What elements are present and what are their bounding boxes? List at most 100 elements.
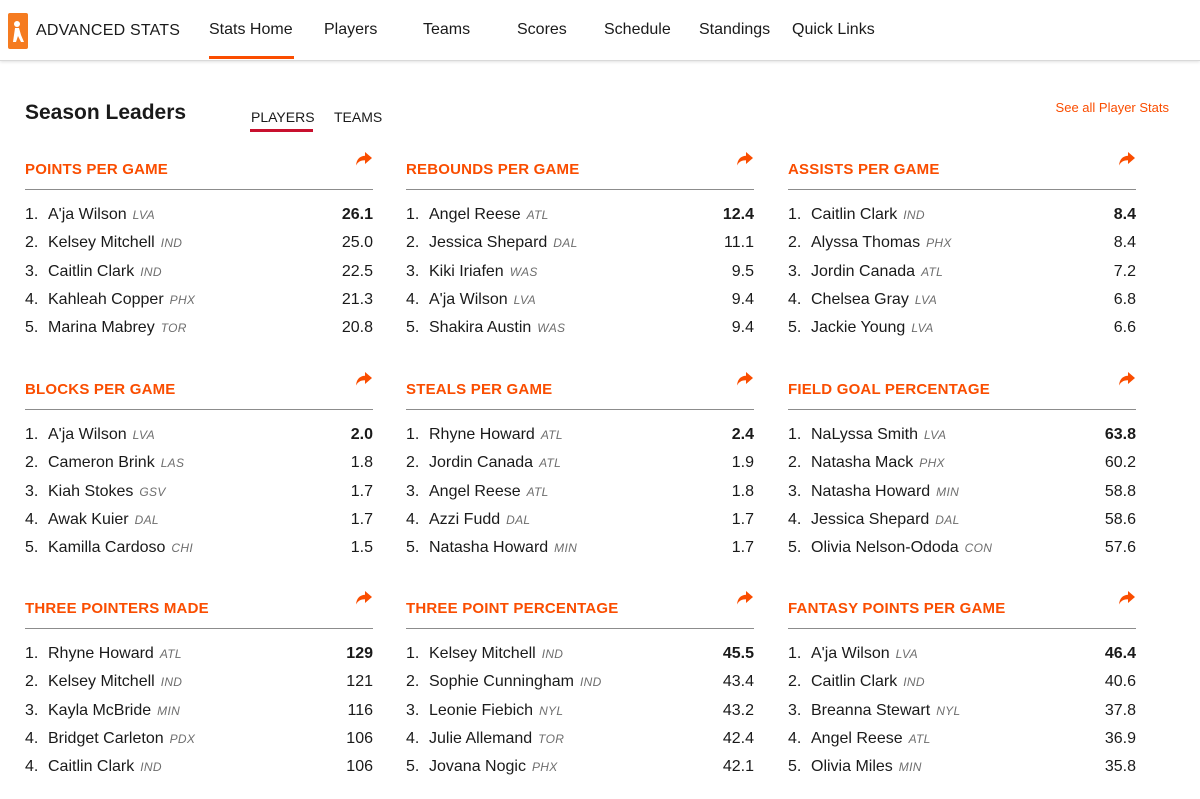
nav-quick-links[interactable]: Quick Links	[792, 21, 875, 39]
player-name-link[interactable]: A'ja Wilson LVA	[429, 290, 536, 310]
player-name-link[interactable]: Olivia Nelson-Ododa CON	[811, 538, 992, 558]
player-name-link[interactable]: Natasha Howard MIN	[429, 538, 577, 558]
nav-scores[interactable]: Scores	[517, 21, 567, 39]
player-name-link[interactable]: Sophie Cunningham IND	[429, 672, 602, 692]
player-name-link[interactable]: Alyssa Thomas PHX	[811, 233, 952, 253]
player-name[interactable]: Kiki Iriafen	[429, 263, 504, 280]
player-name[interactable]: Natasha Howard	[429, 539, 548, 556]
nav-schedule[interactable]: Schedule	[604, 21, 671, 39]
player-name-link[interactable]: Bridget Carleton PDX	[48, 729, 195, 749]
player-name-link[interactable]: Jovana Nogic PHX	[429, 757, 558, 777]
player-name[interactable]: Marina Mabrey	[48, 319, 155, 336]
player-name-link[interactable]: Marina Mabrey TOR	[48, 318, 187, 338]
player-name-link[interactable]: Leonie Fiebich NYL	[429, 701, 563, 721]
player-name-link[interactable]: Kiki Iriafen WAS	[429, 262, 538, 282]
player-name[interactable]: Cameron Brink	[48, 454, 155, 471]
player-name[interactable]: A'ja Wilson	[48, 426, 127, 443]
player-name-link[interactable]: Angel Reese ATL	[429, 482, 549, 502]
player-name-link[interactable]: A'ja Wilson LVA	[48, 205, 155, 225]
player-name-link[interactable]: Natasha Howard MIN	[811, 482, 959, 502]
player-name[interactable]: Caitlin Clark	[811, 673, 897, 690]
share-arrow-icon[interactable]	[355, 371, 373, 387]
player-name-link[interactable]: Angel Reese ATL	[811, 729, 931, 749]
player-name-link[interactable]: Jordin Canada ATL	[811, 262, 943, 282]
player-name[interactable]: NaLyssa Smith	[811, 426, 918, 443]
player-name-link[interactable]: Caitlin Clark IND	[48, 262, 162, 282]
player-name-link[interactable]: Caitlin Clark IND	[811, 672, 925, 692]
player-name[interactable]: Angel Reese	[429, 483, 521, 500]
player-name[interactable]: Olivia Nelson-Ododa	[811, 539, 959, 556]
player-name-link[interactable]: Jessica Shepard DAL	[811, 510, 960, 530]
player-name-link[interactable]: Caitlin Clark IND	[811, 205, 925, 225]
player-name[interactable]: Kiah Stokes	[48, 483, 133, 500]
share-arrow-icon[interactable]	[355, 151, 373, 167]
nav-stats-home[interactable]: Stats Home	[209, 21, 293, 39]
player-name[interactable]: Jovana Nogic	[429, 758, 526, 775]
tab-teams[interactable]: TEAMS	[334, 109, 382, 125]
player-name[interactable]: Caitlin Clark	[48, 263, 134, 280]
player-name[interactable]: A'ja Wilson	[429, 291, 508, 308]
player-name[interactable]: Alyssa Thomas	[811, 234, 920, 251]
player-name-link[interactable]: Kayla McBride MIN	[48, 701, 180, 721]
player-name-link[interactable]: Kamilla Cardoso CHI	[48, 538, 193, 558]
player-name[interactable]: A'ja Wilson	[48, 206, 127, 223]
player-name-link[interactable]: A'ja Wilson LVA	[811, 644, 918, 664]
player-name[interactable]: Kelsey Mitchell	[429, 645, 536, 662]
player-name-link[interactable]: Kahleah Copper PHX	[48, 290, 195, 310]
player-name-link[interactable]: Kelsey Mitchell IND	[48, 233, 182, 253]
player-name-link[interactable]: Kiah Stokes GSV	[48, 482, 166, 502]
player-name[interactable]: Rhyne Howard	[48, 645, 154, 662]
player-name-link[interactable]: A'ja Wilson LVA	[48, 425, 155, 445]
brand-title[interactable]: ADVANCED STATS	[36, 22, 180, 40]
player-name[interactable]: Kayla McBride	[48, 702, 151, 719]
player-name[interactable]: Shakira Austin	[429, 319, 531, 336]
player-name-link[interactable]: Julie Allemand TOR	[429, 729, 564, 749]
player-name[interactable]: Jordin Canada	[811, 263, 915, 280]
share-arrow-icon[interactable]	[736, 151, 754, 167]
nav-standings[interactable]: Standings	[699, 21, 770, 39]
player-name-link[interactable]: Jackie Young LVA	[811, 318, 934, 338]
share-arrow-icon[interactable]	[736, 371, 754, 387]
player-name[interactable]: Kelsey Mitchell	[48, 673, 155, 690]
player-name-link[interactable]: NaLyssa Smith LVA	[811, 425, 946, 445]
player-name[interactable]: A'ja Wilson	[811, 645, 890, 662]
tab-players[interactable]: PLAYERS	[251, 109, 315, 125]
player-name[interactable]: Natasha Mack	[811, 454, 913, 471]
nav-teams[interactable]: Teams	[423, 21, 470, 39]
player-name[interactable]: Awak Kuier	[48, 511, 129, 528]
player-name-link[interactable]: Angel Reese ATL	[429, 205, 549, 225]
player-name-link[interactable]: Kelsey Mitchell IND	[48, 672, 182, 692]
player-name-link[interactable]: Breanna Stewart NYL	[811, 701, 960, 721]
player-name[interactable]: Julie Allemand	[429, 730, 532, 747]
player-name[interactable]: Breanna Stewart	[811, 702, 930, 719]
player-name-link[interactable]: Jordin Canada ATL	[429, 453, 561, 473]
nav-players[interactable]: Players	[324, 21, 377, 39]
player-name-link[interactable]: Cameron Brink LAS	[48, 453, 184, 473]
player-name[interactable]: Olivia Miles	[811, 758, 893, 775]
player-name-link[interactable]: Chelsea Gray LVA	[811, 290, 937, 310]
player-name[interactable]: Angel Reese	[811, 730, 903, 747]
player-name[interactable]: Chelsea Gray	[811, 291, 909, 308]
player-name[interactable]: Jordin Canada	[429, 454, 533, 471]
player-name[interactable]: Rhyne Howard	[429, 426, 535, 443]
player-name-link[interactable]: Natasha Mack PHX	[811, 453, 945, 473]
share-arrow-icon[interactable]	[1118, 151, 1136, 167]
player-name[interactable]: Natasha Howard	[811, 483, 930, 500]
player-name[interactable]: Jessica Shepard	[429, 234, 547, 251]
share-arrow-icon[interactable]	[1118, 371, 1136, 387]
player-name[interactable]: Caitlin Clark	[48, 758, 134, 775]
player-name[interactable]: Sophie Cunningham	[429, 673, 574, 690]
player-name[interactable]: Kahleah Copper	[48, 291, 164, 308]
player-name[interactable]: Caitlin Clark	[811, 206, 897, 223]
see-all-player-stats-link[interactable]: See all Player Stats	[1056, 100, 1169, 115]
player-name-link[interactable]: Kelsey Mitchell IND	[429, 644, 563, 664]
player-name-link[interactable]: Rhyne Howard ATL	[429, 425, 563, 445]
player-name-link[interactable]: Rhyne Howard ATL	[48, 644, 182, 664]
player-name[interactable]: Jessica Shepard	[811, 511, 929, 528]
player-name[interactable]: Azzi Fudd	[429, 511, 500, 528]
player-name[interactable]: Jackie Young	[811, 319, 905, 336]
player-name[interactable]: Bridget Carleton	[48, 730, 164, 747]
share-arrow-icon[interactable]	[736, 590, 754, 606]
league-logo-icon[interactable]	[8, 13, 28, 49]
player-name[interactable]: Angel Reese	[429, 206, 521, 223]
